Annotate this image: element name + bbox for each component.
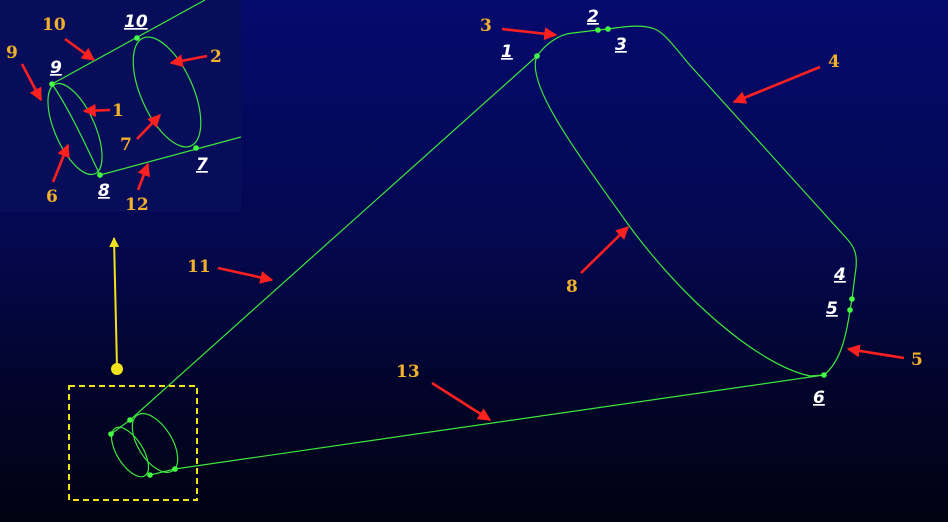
inset-number-label-12: 12 [125,195,149,215]
arrow-11 [217,266,274,284]
arrow-4 [732,65,821,104]
number-label-3: 3 [480,16,492,36]
pointer-origin-dot [111,363,123,375]
number-label-8: 8 [566,277,578,297]
arrow-5 [846,344,905,360]
small-end-point-b [108,431,114,437]
inset-number-label-2: 2 [210,47,222,67]
arrow-8 [580,226,629,274]
small-end-point-c [147,472,153,478]
number-label-5: 5 [911,350,923,370]
point-2 [595,27,601,33]
point-label-4: 4 [833,265,846,285]
curve-2 [572,28,609,34]
inset-point-10 [134,35,140,41]
curve-8 [534,55,825,377]
point-label-3: 3 [615,35,627,55]
inset-number-label-6: 6 [46,187,58,207]
point-3 [605,26,611,32]
point-label-6: 6 [813,388,825,408]
point-1 [534,53,540,59]
inset-point-label-7: 7 [196,155,208,175]
point-label-5: 5 [826,299,838,319]
curve-3 [536,32,574,57]
point-label-2: 2 [587,7,599,27]
point-6 [821,372,827,378]
inset-number-label-10: 10 [42,15,66,35]
curve-5 [823,309,851,376]
curve-13 [174,374,825,470]
pointer-shaft [109,237,120,369]
inset-number-label-7: 7 [120,135,132,155]
arrow-13 [431,381,492,422]
number-label-4: 4 [828,52,840,72]
zoom-inset: 10 9 8 7 10 9 2 1 7 6 12 [0,0,242,215]
inset-point-8 [97,172,103,178]
small-end-point-a [127,417,133,423]
arrow-3 [501,27,558,41]
point-label-1: 1 [501,42,513,62]
highlight-box [68,385,198,501]
inset-number-label-9: 9 [6,43,18,63]
geometry-diagram: 10 9 8 7 10 9 2 1 7 6 12 1 2 3 4 5 6 3 4… [0,0,923,501]
inset-point-9 [49,81,55,87]
number-label-13: 13 [396,362,420,382]
inset-point-label-10: 10 [124,12,148,32]
inset-number-label-1: 1 [112,101,124,121]
point-5 [847,307,853,313]
inset-point-label-9: 9 [50,58,62,78]
small-end-point-d [172,466,178,472]
inset-arrow-1 [82,104,111,118]
inset-point-7 [193,145,199,151]
point-4 [849,296,855,302]
zoom-pointer [109,237,123,375]
number-label-11: 11 [187,257,211,277]
inset-point-label-8: 8 [98,181,110,201]
